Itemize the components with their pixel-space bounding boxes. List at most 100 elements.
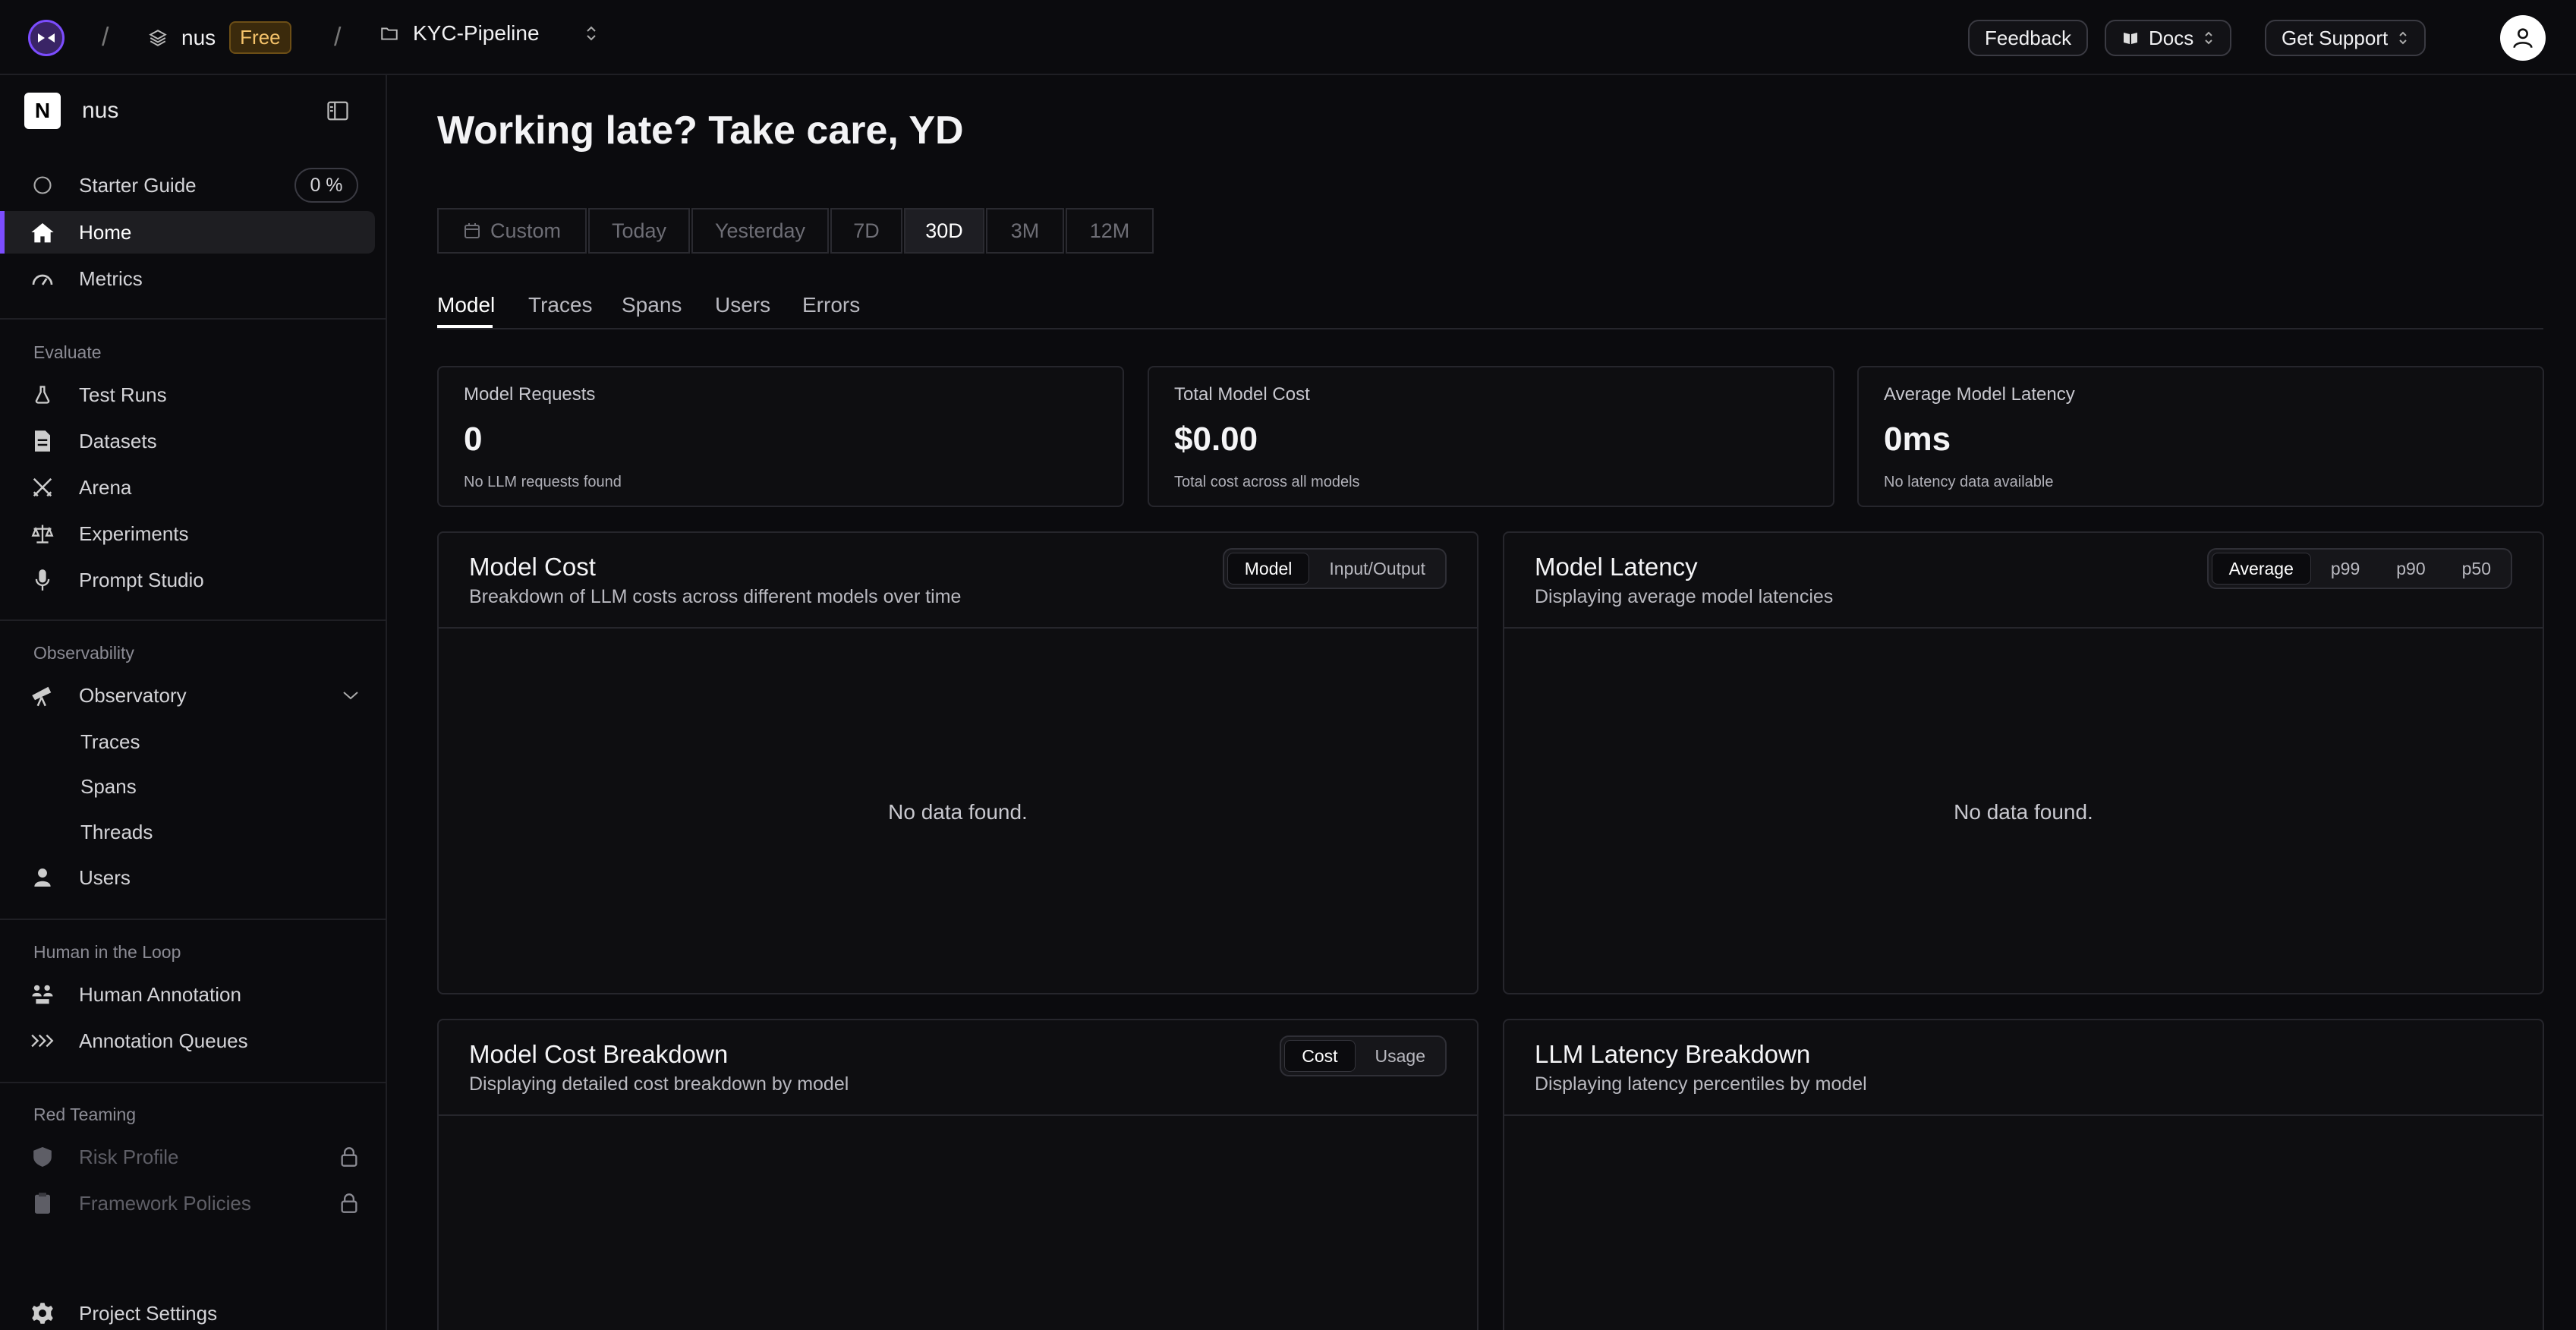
stat-value: 0 <box>464 421 483 458</box>
toggle-p90[interactable]: p90 <box>2379 553 2442 585</box>
panel-subtitle: Breakdown of LLM costs across different … <box>469 586 962 607</box>
range-today[interactable]: Today <box>588 208 690 254</box>
sidebar-item-experiments[interactable]: Experiments <box>0 512 375 555</box>
sidebar-item-human-annotation[interactable]: Human Annotation <box>0 973 375 1016</box>
chevrons-right-icon <box>29 1032 56 1049</box>
sidebar-item-arena[interactable]: Arena <box>0 466 375 509</box>
chevron-down-icon[interactable] <box>342 689 360 701</box>
sidebar-item-prompt-studio[interactable]: Prompt Studio <box>0 559 375 601</box>
toggle-cost[interactable]: Cost <box>1284 1040 1356 1072</box>
sidebar-item-label: Datasets <box>79 429 157 452</box>
sidebar-item-label: Test Runs <box>79 383 167 406</box>
model-cost-panel: Model Cost Breakdown of LLM costs across… <box>437 531 1479 994</box>
toggle-average[interactable]: Average <box>2211 553 2311 585</box>
range-30d[interactable]: 30D <box>904 208 984 254</box>
sidebar-collapse-icon[interactable] <box>326 100 349 121</box>
sidebar-subitem-traces[interactable]: Traces <box>80 730 140 754</box>
sidebar-item-label: Starter Guide <box>79 173 197 197</box>
stat-value: 0ms <box>1884 421 1951 458</box>
range-7d[interactable]: 7D <box>830 208 902 254</box>
sidebar-item-test-runs[interactable]: Test Runs <box>0 373 375 416</box>
toggle-p50[interactable]: p50 <box>2445 553 2508 585</box>
sidebar-item-label: Annotation Queues <box>79 1029 248 1052</box>
feedback-button[interactable]: Feedback <box>1968 20 2089 56</box>
user-icon <box>29 868 56 887</box>
empty-state: No data found. <box>888 800 1028 824</box>
breadcrumb-separator: / <box>334 23 342 52</box>
app-logo-icon[interactable] <box>28 20 65 56</box>
tab-users[interactable]: Users <box>715 293 770 317</box>
range-label: 3M <box>1010 219 1040 242</box>
range-label: Custom <box>490 219 562 242</box>
panel-title: Model Latency <box>1535 553 1698 581</box>
panel-divider <box>1504 1114 2543 1116</box>
range-label: Today <box>611 219 667 242</box>
sidebar-item-label: Project Settings <box>79 1301 218 1325</box>
project-crumb[interactable]: KYC-Pipeline <box>379 21 599 46</box>
workspace-initial[interactable]: N <box>24 93 61 129</box>
date-range-selector: Custom Today Yesterday 7D 30D 3M 12M <box>437 208 1154 254</box>
sidebar-item-label: Risk Profile <box>79 1145 179 1168</box>
workspace-name: nus <box>181 25 216 49</box>
metrics-tabs: Model Traces Spans Users Errors <box>437 290 2543 329</box>
tab-errors[interactable]: Errors <box>802 293 860 317</box>
sidebar-item-project-settings[interactable]: Project Settings <box>0 1292 375 1330</box>
sidebar-item-label: Experiments <box>79 522 189 545</box>
active-tab-indicator <box>437 325 493 328</box>
sidebar-item-risk-profile: Risk Profile <box>0 1136 375 1178</box>
user-avatar[interactable] <box>2500 15 2546 61</box>
section-label-observability: Observability <box>33 643 134 663</box>
range-custom[interactable]: Custom <box>437 208 587 254</box>
workspace-header: N nus <box>24 92 363 130</box>
sidebar-divider <box>0 619 387 621</box>
microphone-icon <box>29 569 56 591</box>
tab-traces[interactable]: Traces <box>528 293 593 317</box>
sidebar-item-metrics[interactable]: Metrics <box>0 257 375 300</box>
get-support-button[interactable]: Get Support <box>2265 20 2426 56</box>
range-yesterday[interactable]: Yesterday <box>691 208 829 254</box>
cost-breakdown-toggle: Cost Usage <box>1280 1035 1447 1076</box>
toggle-model[interactable]: Model <box>1227 553 1310 585</box>
section-label-human-in-the-loop: Human in the Loop <box>33 942 181 962</box>
workspace-crumb[interactable]: nus Free <box>148 21 291 54</box>
toggle-usage[interactable]: Usage <box>1359 1040 1442 1072</box>
model-cost-toggle: Model Input/Output <box>1222 548 1447 589</box>
user-icon <box>2513 28 2533 49</box>
layers-icon <box>148 28 168 48</box>
panel-title: Model Cost Breakdown <box>469 1040 729 1068</box>
model-cost-breakdown-panel: Model Cost Breakdown Displaying detailed… <box>437 1019 1479 1330</box>
docs-label: Docs <box>2149 26 2194 49</box>
sidebar-item-users[interactable]: Users <box>0 856 375 899</box>
chevron-up-down-icon[interactable] <box>584 24 599 43</box>
scale-icon <box>29 523 56 544</box>
sidebar-item-observatory[interactable]: Observatory <box>0 674 375 717</box>
panel-divider <box>439 1114 1477 1116</box>
sidebar-item-datasets[interactable]: Datasets <box>0 420 375 462</box>
sidebar-item-label: Users <box>79 865 131 889</box>
top-bar: / nus Free / KYC-Pipeline Feedback Docs … <box>0 0 2576 75</box>
docs-button[interactable]: Docs <box>2105 20 2232 56</box>
book-icon <box>2121 29 2140 47</box>
sidebar-item-framework-policies: Framework Policies <box>0 1182 375 1224</box>
tab-model[interactable]: Model <box>437 293 495 317</box>
range-label: 12M <box>1089 219 1130 242</box>
breadcrumb-separator: / <box>102 23 109 52</box>
sidebar-subitem-spans[interactable]: Spans <box>80 775 137 799</box>
sidebar-item-home[interactable]: Home <box>0 211 375 254</box>
section-label-red-teaming: Red Teaming <box>33 1105 137 1124</box>
stat-label: Model Requests <box>464 384 596 405</box>
panel-subtitle: Displaying average model latencies <box>1535 586 1834 607</box>
llm-latency-breakdown-panel: LLM Latency Breakdown Displaying latency… <box>1503 1019 2544 1330</box>
range-12m[interactable]: 12M <box>1066 208 1154 254</box>
sidebar-subitem-threads[interactable]: Threads <box>80 821 153 844</box>
stat-card-total-model-cost: Total Model Cost $0.00 Total cost across… <box>1148 366 1834 507</box>
toggle-input-output[interactable]: Input/Output <box>1312 553 1442 585</box>
toggle-p99[interactable]: p99 <box>2314 553 2376 585</box>
sidebar-item-annotation-queues[interactable]: Annotation Queues <box>0 1020 375 1062</box>
stat-label: Average Model Latency <box>1884 384 2075 405</box>
flask-icon <box>29 383 56 406</box>
sidebar-item-label: Observatory <box>79 683 187 707</box>
range-3m[interactable]: 3M <box>986 208 1064 254</box>
tab-spans[interactable]: Spans <box>622 293 682 317</box>
sidebar-divider <box>0 1082 387 1083</box>
